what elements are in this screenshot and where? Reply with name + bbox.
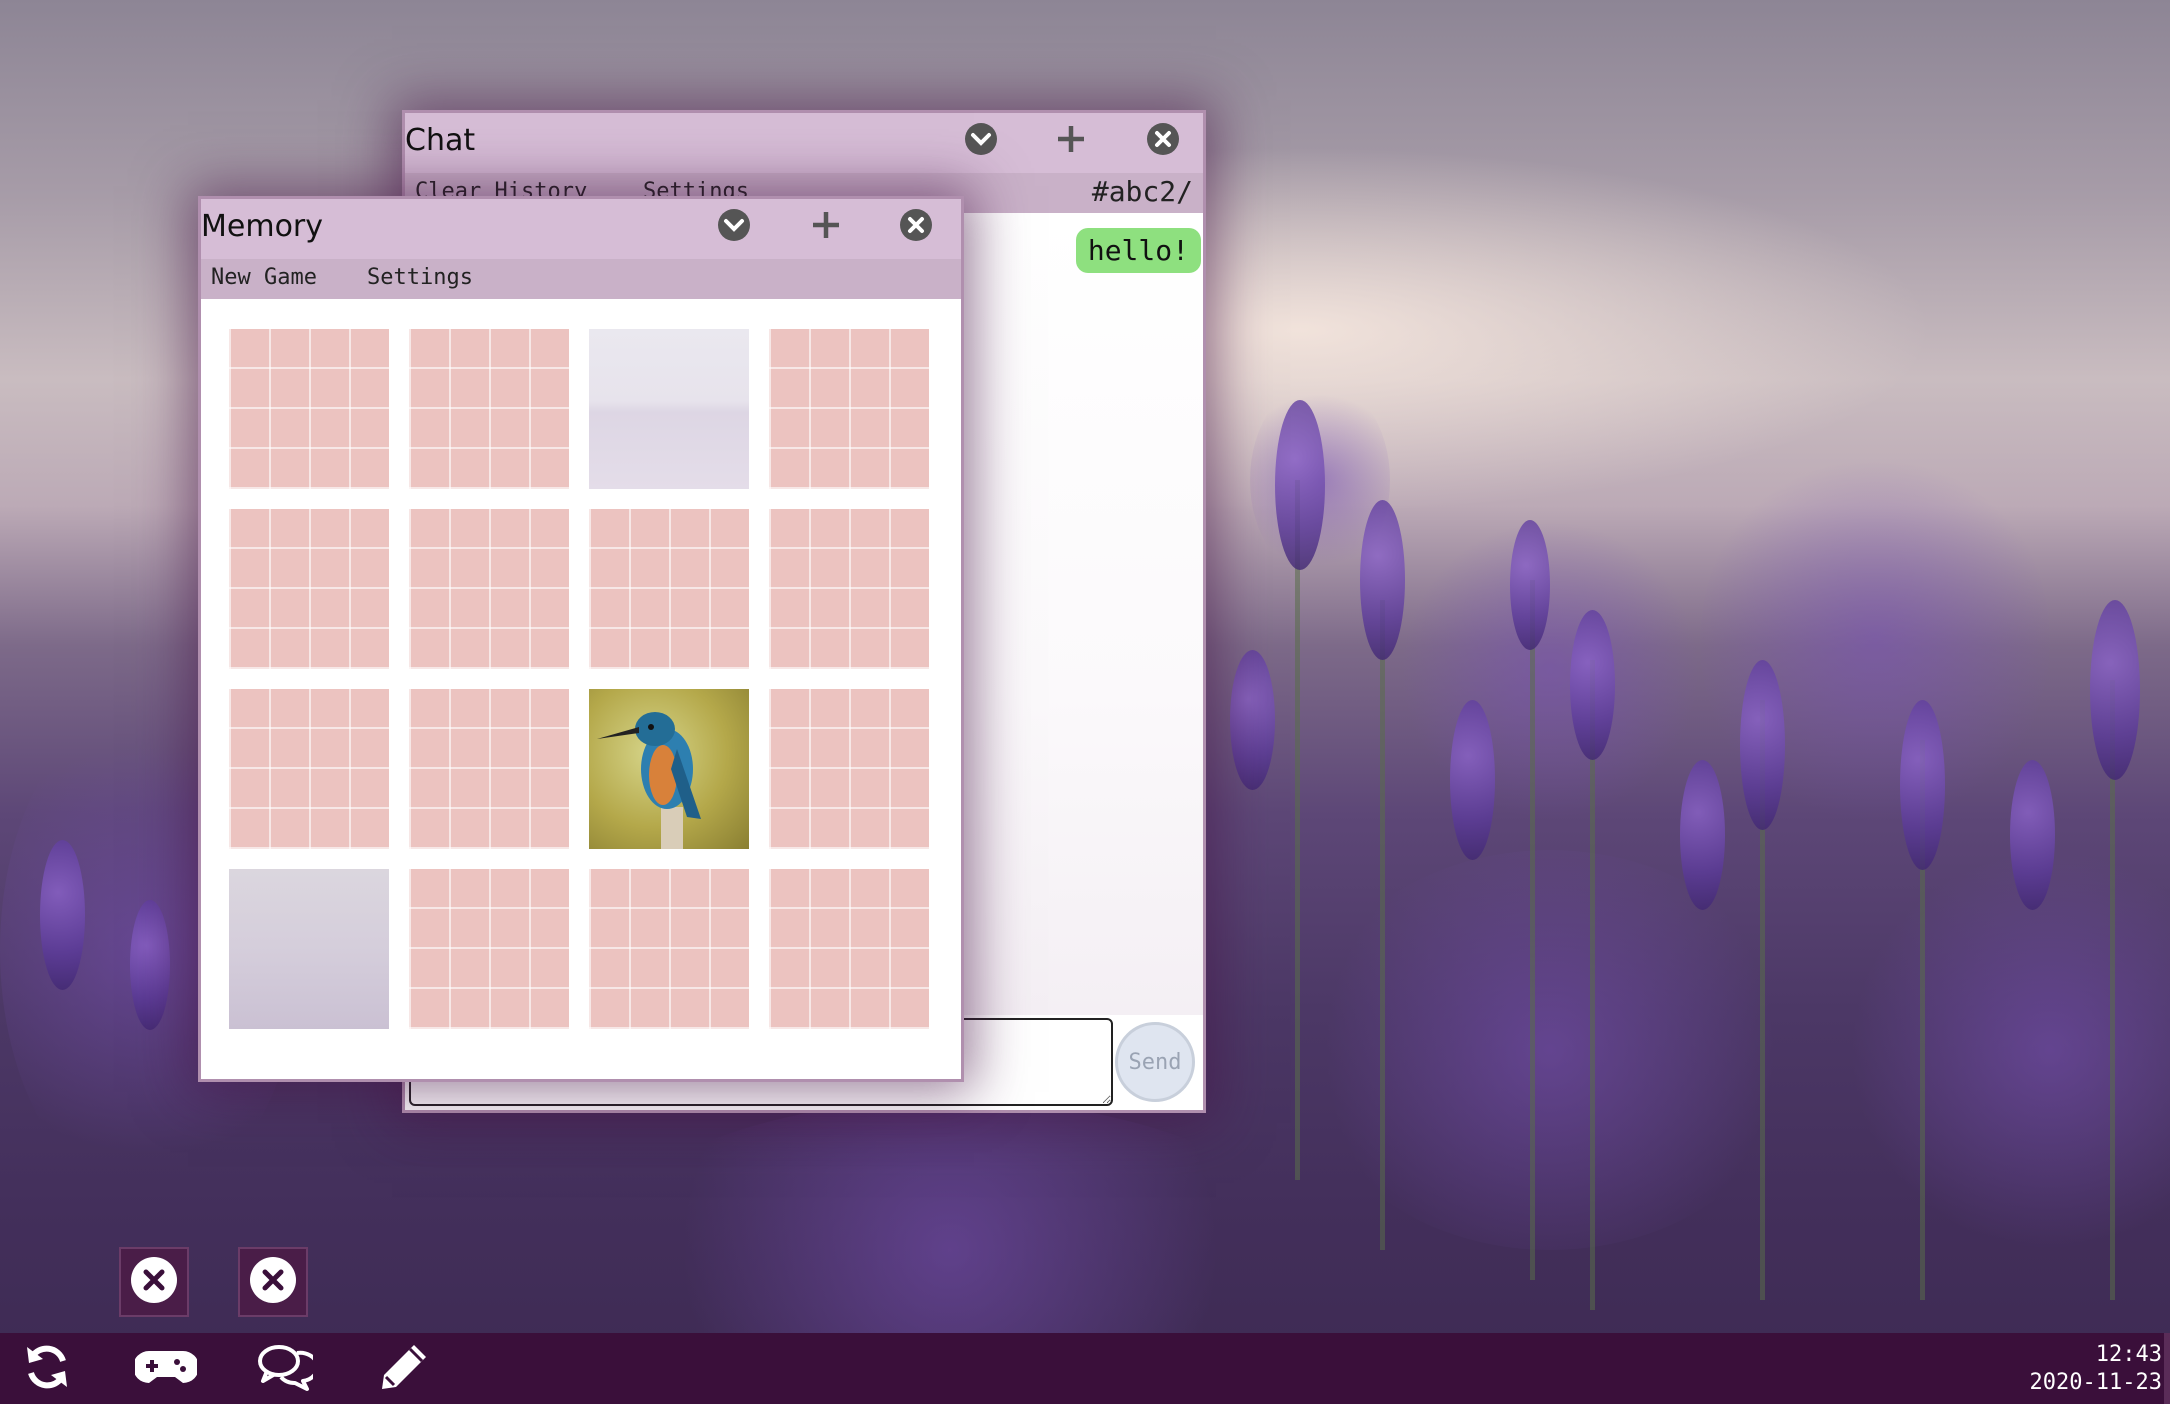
minimized-window-close-button[interactable]	[119, 1247, 189, 1317]
memory-card-kingfisher[interactable]	[589, 689, 749, 849]
lavender-flower	[130, 900, 170, 1030]
lavender-stem	[1530, 580, 1535, 1280]
chat-room-name: #abc2/	[1091, 175, 1193, 208]
edit-button[interactable]	[377, 1345, 431, 1393]
lavender-flower	[2010, 760, 2055, 910]
close-icon	[899, 208, 933, 246]
memory-titlebar[interactable]: Memory	[201, 199, 961, 259]
wallpaper-decoration	[1400, 520, 1700, 820]
memory-menubar: New Game Settings	[201, 259, 961, 299]
memory-card[interactable]	[769, 509, 929, 669]
memory-board	[201, 299, 961, 1079]
memory-card[interactable]	[229, 329, 389, 489]
memory-card-faded-lavender-field[interactable]	[229, 869, 389, 1029]
lavender-flower	[1450, 700, 1495, 860]
chat-message-bubble: hello!	[1075, 228, 1201, 273]
clock-date: 2020-11-23	[2029, 1370, 2162, 1395]
memory-card[interactable]	[769, 689, 929, 849]
new-game-menu-item[interactable]: New Game	[211, 265, 317, 290]
chevron-down-icon	[964, 122, 998, 160]
memory-new-button[interactable]	[808, 209, 844, 245]
chat-icon	[257, 1343, 320, 1395]
memory-card[interactable]	[589, 509, 749, 669]
taskbar: 12:43 2020-11-23	[0, 1333, 2170, 1404]
memory-window: Memory New Game Settings	[198, 196, 964, 1082]
memory-minimize-button[interactable]	[716, 209, 752, 245]
plus-icon	[1054, 122, 1088, 160]
wallpaper-decoration	[1850, 850, 2170, 1250]
plus-icon	[809, 208, 843, 246]
lavender-flower	[1275, 400, 1325, 570]
gamepad-icon	[133, 1347, 199, 1391]
memory-card[interactable]	[229, 689, 389, 849]
chat-close-button[interactable]	[1145, 123, 1181, 159]
games-button[interactable]	[133, 1345, 199, 1393]
lavender-flower	[1230, 650, 1275, 790]
kingfisher-image	[597, 712, 701, 849]
taskbar-clock: 12:43 2020-11-23	[2030, 1341, 2162, 1397]
minimized-window-close-button[interactable]	[238, 1247, 308, 1317]
chat-window-title: Chat	[405, 123, 476, 158]
chat-titlebar[interactable]: Chat	[405, 113, 1203, 173]
lavender-flower	[2090, 600, 2140, 780]
lavender-flower	[1570, 610, 1615, 760]
memory-close-button[interactable]	[898, 209, 934, 245]
lavender-stem	[1380, 600, 1385, 1250]
lavender-flower	[1360, 500, 1405, 660]
refresh-icon	[21, 1341, 73, 1397]
memory-card[interactable]	[409, 869, 569, 1029]
lavender-flower	[1510, 520, 1550, 650]
close-icon	[1146, 122, 1180, 160]
memory-card[interactable]	[769, 869, 929, 1029]
lavender-flower	[1740, 660, 1785, 830]
memory-card[interactable]	[769, 329, 929, 489]
memory-card[interactable]	[229, 509, 389, 669]
wallpaper-decoration	[1300, 850, 1800, 1250]
memory-settings-menu-item[interactable]: Settings	[367, 265, 473, 290]
taskbar-edge	[2164, 1333, 2170, 1404]
chat-button[interactable]	[257, 1343, 320, 1395]
pencil-icon	[378, 1341, 430, 1397]
memory-card[interactable]	[589, 869, 749, 1029]
lavender-flower	[1680, 760, 1725, 910]
lavender-stem	[1295, 480, 1300, 1180]
clock-time: 12:43	[2095, 1342, 2162, 1367]
memory-card[interactable]	[409, 329, 569, 489]
refresh-button[interactable]	[20, 1345, 74, 1393]
memory-card[interactable]	[409, 509, 569, 669]
send-button[interactable]: Send	[1115, 1022, 1195, 1102]
memory-window-title: Memory	[201, 209, 324, 244]
memory-card-lavender-field[interactable]	[589, 329, 749, 489]
lavender-flower	[40, 840, 85, 990]
close-icon	[130, 1256, 178, 1308]
lavender-flower	[1900, 700, 1945, 870]
chat-minimize-button[interactable]	[963, 123, 999, 159]
memory-card[interactable]	[409, 689, 569, 849]
chevron-down-icon	[717, 208, 751, 246]
close-icon	[249, 1256, 297, 1308]
chat-new-button[interactable]	[1053, 123, 1089, 159]
